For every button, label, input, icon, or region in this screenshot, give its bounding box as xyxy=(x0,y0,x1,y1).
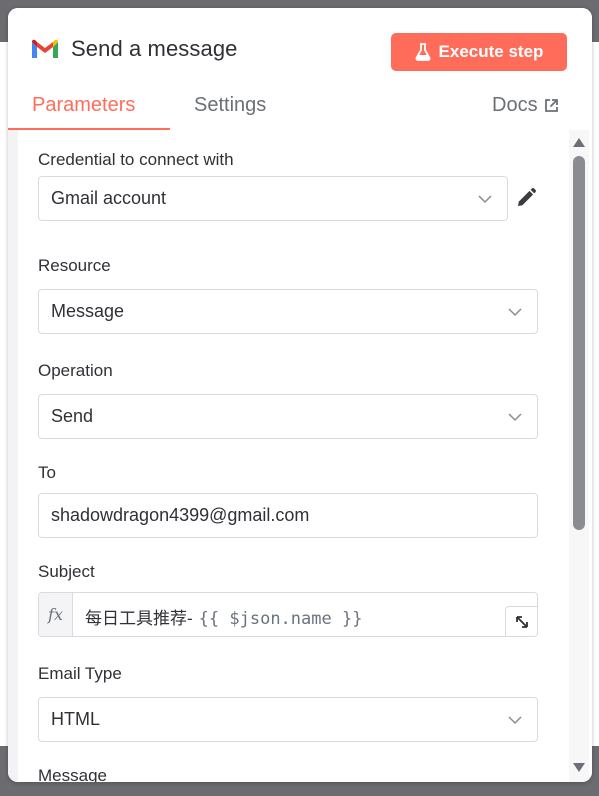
resource-select[interactable]: Message xyxy=(38,289,538,334)
email-type-select[interactable]: HTML xyxy=(38,697,538,742)
execute-step-label: Execute step xyxy=(438,42,544,61)
tab-settings[interactable]: Settings xyxy=(194,94,266,117)
tab-docs[interactable]: Docs xyxy=(492,94,559,117)
subject-value: 每日工具推荐- {{ $json.name }} xyxy=(85,604,362,629)
execute-step-button[interactable]: Execute step xyxy=(391,33,567,71)
panel-header: Send a message Execute step Parameters S… xyxy=(8,8,592,130)
subject-expression: {{ $json.name }} xyxy=(198,609,363,629)
operation-value: Send xyxy=(51,406,94,426)
email-type-value: HTML xyxy=(51,709,100,729)
credential-label: Credential to connect with xyxy=(38,150,234,169)
subject-expression-input[interactable]: fx 每日工具推荐- {{ $json.name }} xyxy=(38,592,538,637)
to-input[interactable]: shadowdragon4399@gmail.com xyxy=(38,493,538,538)
left-gutter xyxy=(8,130,18,782)
credential-value: Gmail account xyxy=(51,188,167,208)
docs-label: Docs xyxy=(492,94,538,116)
node-panel: Send a message Execute step Parameters S… xyxy=(8,8,592,782)
to-value: shadowdragon4399@gmail.com xyxy=(51,505,310,525)
fx-icon: fx xyxy=(39,593,73,636)
expand-arrow-icon xyxy=(515,615,528,628)
flask-icon xyxy=(415,43,431,61)
scroll-down-arrow-icon[interactable] xyxy=(572,762,586,774)
node-title: Send a message xyxy=(71,36,238,61)
subject-label: Subject xyxy=(38,562,95,581)
gmail-icon xyxy=(32,39,58,58)
pencil-icon[interactable] xyxy=(514,186,538,210)
parameters-body: Credential to connect with Gmail account… xyxy=(8,130,592,782)
chevron-down-icon xyxy=(478,195,492,204)
subject-prefix: 每日工具推荐- xyxy=(85,609,193,628)
expand-icon[interactable] xyxy=(505,606,537,636)
message-label: Message xyxy=(38,766,107,782)
chevron-down-icon xyxy=(508,716,522,725)
chevron-down-icon xyxy=(508,413,522,422)
operation-select[interactable]: Send xyxy=(38,394,538,439)
to-label: To xyxy=(38,463,56,482)
resource-label: Resource xyxy=(38,256,111,275)
scroll-up-arrow-icon[interactable] xyxy=(572,136,586,148)
chevron-down-icon xyxy=(508,308,522,317)
tab-parameters[interactable]: Parameters xyxy=(32,94,135,117)
resource-value: Message xyxy=(51,301,125,321)
credential-select[interactable]: Gmail account xyxy=(38,176,508,221)
email-type-label: Email Type xyxy=(38,664,122,683)
operation-label: Operation xyxy=(38,361,113,380)
scrollbar-thumb[interactable] xyxy=(573,156,585,530)
external-link-icon xyxy=(544,99,558,112)
